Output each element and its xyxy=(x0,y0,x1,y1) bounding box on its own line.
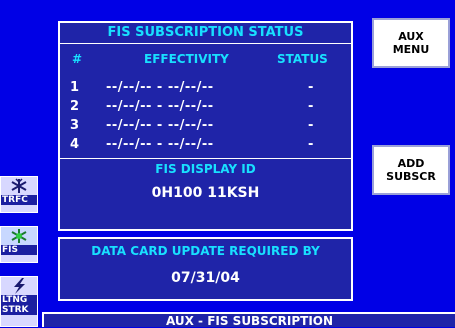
page-title: AUX - FIS SUBSCRIPTION xyxy=(165,314,334,328)
aux-menu-label-line1: AUX xyxy=(398,30,424,43)
fis-label: FIS xyxy=(1,245,37,255)
aux-menu-button[interactable]: AUX MENU xyxy=(372,18,450,68)
row-status: - xyxy=(308,80,314,95)
row-effectivity: --/--/-- - --/--/-- xyxy=(106,118,214,133)
divider xyxy=(60,43,351,44)
display-id-label: FIS DISPLAY ID xyxy=(155,162,256,176)
row-effectivity: --/--/-- - --/--/-- xyxy=(106,80,214,95)
lightning-icon xyxy=(1,277,37,295)
column-header-effectivity: EFFECTIVITY xyxy=(144,52,229,66)
data-card-panel: DATA CARD UPDATE REQUIRED BY 07/31/04 xyxy=(58,237,353,301)
row-number: 4 xyxy=(70,137,80,152)
add-subscr-button[interactable]: ADD SUBSCR xyxy=(372,145,450,195)
row-number: 1 xyxy=(70,80,80,95)
lightning-label-line2: STRK xyxy=(1,305,37,315)
data-card-label: DATA CARD UPDATE REQUIRED BY xyxy=(91,244,320,258)
display-id-value: 0H100 11KSH xyxy=(151,185,260,201)
lightning-label-line1: LTNG xyxy=(1,295,37,305)
add-subscr-label-line1: ADD xyxy=(397,157,425,170)
traffic-label: TRFC xyxy=(1,195,37,205)
row-status: - xyxy=(308,137,314,152)
page-title-bar: AUX - FIS SUBSCRIPTION xyxy=(42,312,455,328)
subscription-status-panel: FIS SUBSCRIPTION STATUS # EFFECTIVITY ST… xyxy=(58,21,353,231)
add-subscr-label-line2: SUBSCR xyxy=(386,170,436,183)
row-number: 2 xyxy=(70,99,80,114)
panel-title: FIS SUBSCRIPTION STATUS xyxy=(107,25,304,40)
row-status: - xyxy=(308,99,314,114)
row-status: - xyxy=(308,118,314,133)
aux-menu-label-line2: MENU xyxy=(392,43,430,56)
row-effectivity: --/--/-- - --/--/-- xyxy=(106,137,214,152)
column-header-number: # xyxy=(72,52,83,66)
lightning-strike-button[interactable]: LTNG STRK xyxy=(0,276,38,327)
traffic-icon xyxy=(1,177,37,195)
data-card-date: 07/31/04 xyxy=(171,270,240,286)
column-header-status: STATUS xyxy=(277,52,328,66)
row-number: 3 xyxy=(70,118,80,133)
row-effectivity: --/--/-- - --/--/-- xyxy=(106,99,214,114)
fis-button[interactable]: FIS xyxy=(0,226,38,263)
divider xyxy=(60,158,351,159)
traffic-button[interactable]: TRFC xyxy=(0,176,38,213)
fis-icon xyxy=(1,227,37,245)
